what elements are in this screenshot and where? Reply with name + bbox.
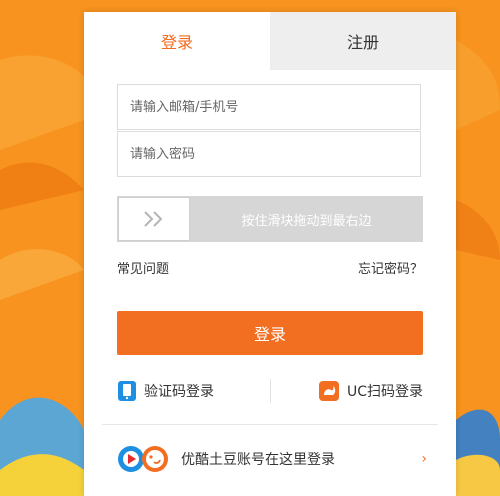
partner-login-label: 优酷土豆账号在这里登录 [181, 452, 335, 468]
slider-hint: 按住滑块拖动到最右边 [241, 213, 372, 229]
uc-scan-login-label: UC扫码登录 [346, 384, 423, 400]
double-chevron-right-icon [144, 211, 163, 227]
account-input[interactable] [118, 85, 420, 129]
help-links: 常见问题 忘记密码？ [117, 258, 423, 277]
partner-login-link[interactable]: 优酷土豆账号在这里登录 › [117, 442, 427, 476]
phone-icon [117, 380, 137, 402]
password-input[interactable] [118, 132, 420, 176]
sms-login-button[interactable]: 验证码登录 [117, 380, 262, 402]
tudou-icon [142, 446, 168, 472]
uc-squirrel-icon [318, 380, 340, 402]
divider [269, 379, 271, 403]
slider-captcha: 按住滑块拖动到最右边 [117, 196, 423, 242]
tab-login[interactable]: 登录 [84, 12, 270, 70]
chevron-right-icon: › [421, 451, 427, 467]
slider-handle[interactable] [118, 197, 190, 241]
alt-login-row: 验证码登录 UC扫码登录 [117, 378, 423, 404]
tab-register[interactable]: 注册 [270, 12, 456, 70]
uc-scan-login-button[interactable]: UC扫码登录 [279, 380, 423, 402]
partner-logos [117, 445, 169, 473]
tab-bar: 登录 注册 [84, 12, 456, 70]
login-button[interactable]: 登录 [117, 311, 423, 355]
sms-login-label: 验证码登录 [144, 384, 214, 400]
password-field [117, 131, 421, 177]
forgot-password-link[interactable]: 忘记密码？ [358, 258, 423, 277]
account-field [117, 84, 421, 130]
separator [102, 424, 438, 425]
faq-link[interactable]: 常见问题 [117, 258, 169, 277]
login-panel: 登录 注册 按住滑块拖动到最右边 常见问题 忘记密码？ 登录 [84, 12, 456, 496]
